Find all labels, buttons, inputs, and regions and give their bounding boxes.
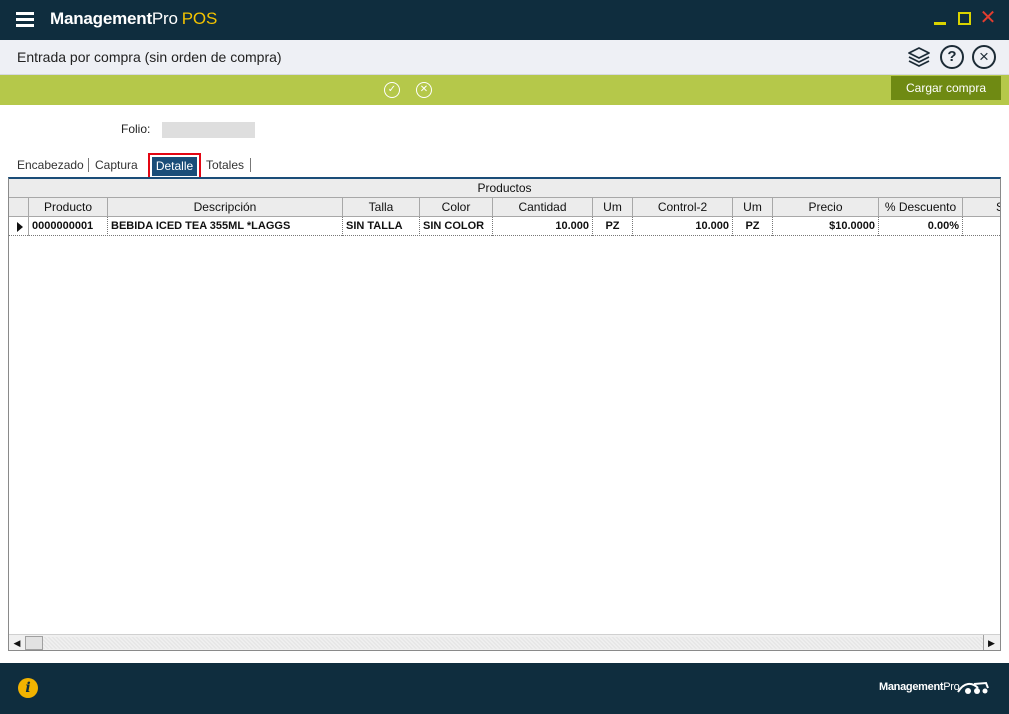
footer-bar: i ManagementPro [0,663,1009,714]
horizontal-scrollbar[interactable]: ◀ ▶ [9,634,1000,650]
close-icon[interactable]: × [972,45,996,69]
close-window-icon[interactable]: ✕ [979,8,997,28]
folio-label: Folio: [121,122,151,136]
info-icon[interactable]: i [18,678,38,698]
page-title: Entrada por compra (sin orden de compra) [17,49,282,65]
minimize-icon[interactable] [932,10,950,28]
column-header-descripcion[interactable]: Descripción [108,198,343,217]
page-header: Entrada por compra (sin orden de compra)… [0,40,1009,75]
cell-cantidad[interactable]: 10.000 [493,217,593,236]
app-product: POS [181,9,218,28]
cell-um[interactable]: PZ [593,217,633,236]
products-grid[interactable]: Productos Producto Descripción Talla Col… [8,177,1001,651]
column-header-um-2[interactable]: Um [733,198,773,217]
row-indicator-header [9,198,29,217]
help-icon[interactable]: ? [940,45,964,69]
column-header-descuento[interactable]: % Descuento [879,198,963,217]
scrollbar-track[interactable] [43,637,983,649]
cell-um-2[interactable]: PZ [733,217,773,236]
column-header-cantidad[interactable]: Cantidad [493,198,593,217]
scrollbar-thumb[interactable] [25,636,43,650]
cell-descuento[interactable]: 0.00% [879,217,963,236]
layers-icon[interactable] [907,45,931,69]
app-name-suffix: Pro [151,9,178,28]
cell-precio[interactable]: $10.0000 [773,217,879,236]
table-row[interactable]: 0000000001 BEBIDA ICED TEA 355ML *LAGGS … [9,217,1000,236]
cell-producto[interactable]: 0000000001 [29,217,108,236]
column-header-control-2[interactable]: Control-2 [633,198,733,217]
tab-divider [88,158,89,172]
column-header-truncated[interactable]: S [963,198,1000,217]
cancel-icon[interactable]: ✕ [416,82,432,98]
app-title: ManagementPro POS [50,9,217,29]
cell-truncated[interactable] [963,217,1000,236]
cell-color[interactable]: SIN COLOR [420,217,493,236]
scroll-right-icon[interactable]: ▶ [983,635,999,650]
cell-talla[interactable]: SIN TALLA [343,217,420,236]
column-header-producto[interactable]: Producto [29,198,108,217]
action-bar: ✓ ✕ [0,75,1009,105]
title-bar: ManagementPro POS ✕ [0,0,1009,40]
column-header-um[interactable]: Um [593,198,633,217]
maximize-icon[interactable] [956,10,974,28]
cargar-compra-button[interactable]: Cargar compra [891,76,1001,100]
cell-control-2[interactable]: 10.000 [633,217,733,236]
brand-logo-icon [957,681,989,694]
grid-band-title: Productos [9,179,1000,198]
column-header-talla[interactable]: Talla [343,198,420,217]
footer-brand: ManagementPro [879,681,960,693]
column-header-precio[interactable]: Precio [773,198,879,217]
tab-detalle[interactable]: Detalle [148,153,201,180]
footer-brand-name: Management [879,681,944,693]
confirm-icon[interactable]: ✓ [384,82,400,98]
row-selector-icon [9,217,29,236]
tab-divider [250,158,251,172]
folio-field[interactable] [162,122,255,138]
menu-icon[interactable] [16,12,34,28]
tab-encabezado[interactable]: Encabezado [17,158,84,172]
scroll-left-icon[interactable]: ◀ [9,635,25,650]
grid-header-row: Producto Descripción Talla Color Cantida… [9,198,1000,217]
cell-descripcion[interactable]: BEBIDA ICED TEA 355ML *LAGGS [108,217,343,236]
column-header-color[interactable]: Color [420,198,493,217]
tab-totales[interactable]: Totales [206,158,244,172]
app-name: Management [50,9,152,28]
tab-captura[interactable]: Captura [95,158,138,172]
tab-detalle-label: Detalle [152,157,197,176]
